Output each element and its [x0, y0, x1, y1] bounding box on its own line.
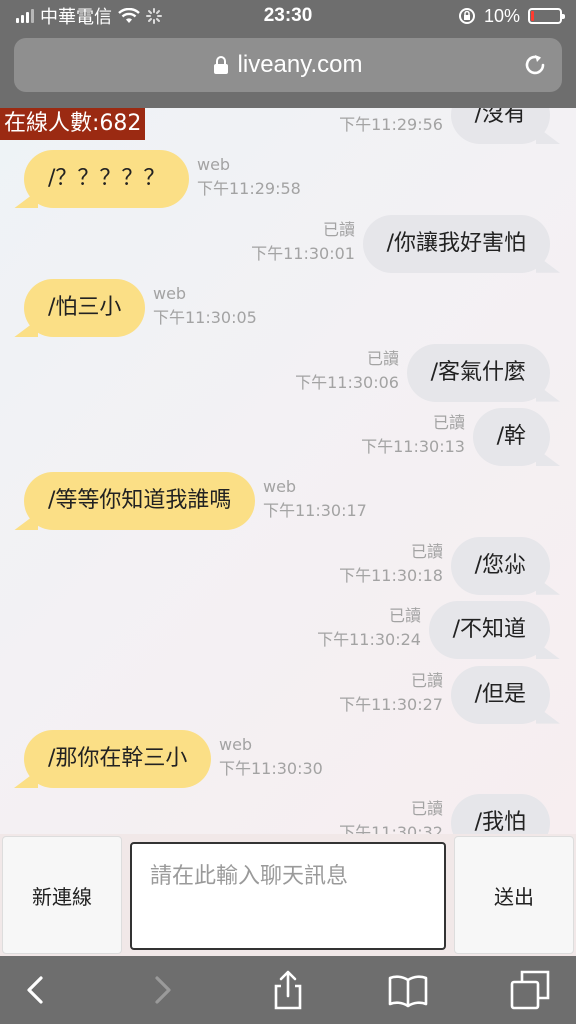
- battery-percent: 10%: [483, 5, 520, 26]
- sent-message-bubble: /等等你知道我誰嗎: [24, 472, 256, 531]
- chat-message: /那你在幹三小 web 下午11:30:30: [0, 730, 576, 790]
- sent-message-bubble: /怕三小: [24, 279, 146, 338]
- chat-message: /幹 已讀下午11:30:13: [0, 408, 576, 468]
- input-bar: 新連線 送出: [0, 834, 576, 956]
- back-icon[interactable]: [14, 968, 58, 1012]
- read-receipt: 已讀: [410, 541, 443, 561]
- received-message-bubble: /你讓我好害怕: [362, 214, 550, 273]
- received-message-bubble: /您尛: [450, 536, 550, 595]
- chat-message: /您尛 已讀下午11:30:18: [0, 536, 576, 597]
- lock-icon: [213, 56, 228, 74]
- chat-message: /客氣什麼 已讀下午11:30:06: [0, 343, 576, 404]
- message-timestamp: 下午11:30:01: [251, 243, 355, 263]
- chat-message: /但是 已讀下午11:30:27: [0, 665, 576, 726]
- forward-icon[interactable]: [140, 968, 184, 1012]
- received-message-bubble: /但是: [450, 665, 550, 724]
- chat-message: /我怕 已讀下午11:30:32: [0, 794, 576, 834]
- message-source: web: [197, 155, 231, 175]
- message-timestamp: 下午11:30:30: [219, 759, 323, 778]
- bookmarks-icon[interactable]: [386, 968, 430, 1012]
- message-timestamp: 下午11:29:56: [339, 115, 443, 134]
- read-receipt: 已讀: [432, 413, 465, 432]
- message-timestamp: 下午11:30:18: [339, 565, 443, 585]
- orientation-lock-icon: [458, 8, 475, 24]
- sent-message-bubble: /那你在幹三小: [24, 730, 212, 788]
- message-timestamp: 下午11:30:17: [263, 501, 367, 521]
- message-timestamp: 下午11:30:13: [361, 437, 465, 456]
- address-bar[interactable]: liveany.com: [14, 38, 562, 92]
- read-receipt: 已讀: [366, 348, 399, 368]
- received-message-bubble: /沒有: [450, 108, 550, 144]
- message-timestamp: 下午11:30:05: [153, 308, 257, 328]
- read-receipt: 已讀: [388, 606, 421, 626]
- chat-message: /？？？？？ web 下午11:29:58: [0, 150, 576, 210]
- share-icon[interactable]: [266, 968, 310, 1012]
- received-message-bubble: /幹: [472, 408, 550, 466]
- read-receipt: 已讀: [410, 670, 443, 690]
- message-source: web: [153, 284, 187, 304]
- message-source: web: [263, 477, 297, 497]
- reload-icon[interactable]: [522, 52, 548, 78]
- battery-icon: [528, 8, 565, 24]
- send-button[interactable]: 送出: [454, 836, 574, 954]
- received-message-bubble: /客氣什麼: [406, 343, 550, 402]
- chat-message: /等等你知道我誰嗎 web 下午11:30:17: [0, 472, 576, 532]
- message-timestamp: 下午11:30:27: [339, 694, 443, 714]
- chat-window[interactable]: 在線人數:682 /沒有 下午11:29:56 /？？？？？ web 下午11:29:5…: [0, 108, 576, 834]
- received-message-bubble: /我怕: [450, 794, 550, 834]
- message-timestamp: 下午11:30:06: [295, 372, 399, 392]
- url-text[interactable]: liveany.com: [238, 51, 363, 79]
- sent-message-bubble: /？？？？？: [24, 150, 190, 209]
- read-receipt: 已讀: [322, 219, 355, 239]
- message-timestamp: 下午11:30:32: [339, 823, 443, 834]
- message-timestamp: 下午11:30:24: [317, 630, 421, 650]
- tabs-icon[interactable]: [508, 968, 552, 1012]
- browser-chrome: liveany.com: [0, 32, 576, 108]
- read-receipt: 已讀: [410, 799, 443, 819]
- new-connection-button[interactable]: 新連線: [2, 836, 122, 954]
- browser-toolbar: [0, 956, 576, 1024]
- battery-fill: [531, 11, 534, 21]
- status-bar: 中華電信 23:30 10%: [0, 0, 576, 32]
- status-right: 10%: [458, 5, 565, 27]
- chat-message: /你讓我好害怕 已讀下午11:30:01: [0, 214, 576, 275]
- message-input[interactable]: [130, 842, 446, 950]
- online-count-badge: 在線人數:682: [0, 108, 146, 140]
- message-source: web: [219, 735, 253, 754]
- chat-message: /怕三小 web 下午11:30:05: [0, 279, 576, 339]
- chat-message: /不知道 已讀下午11:30:24: [0, 601, 576, 661]
- received-message-bubble: /不知道: [428, 601, 550, 660]
- message-timestamp: 下午11:29:58: [197, 179, 301, 199]
